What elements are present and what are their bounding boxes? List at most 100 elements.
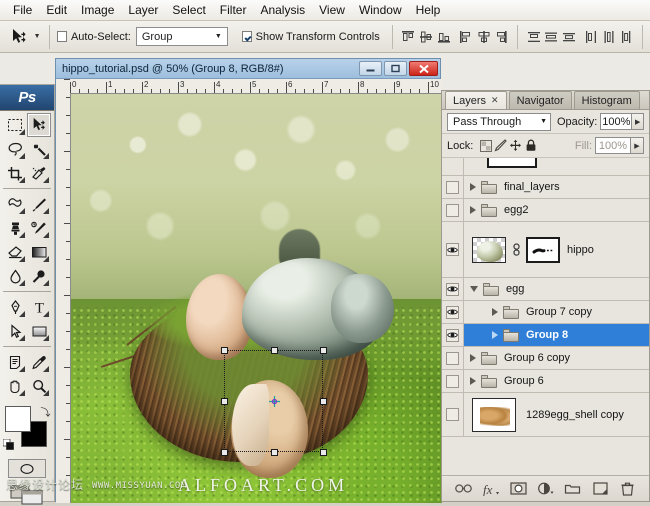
tab-navigator[interactable]: Navigator — [509, 91, 572, 109]
eye-icon[interactable] — [446, 283, 459, 296]
menu-item-analysis[interactable]: Analysis — [253, 1, 312, 19]
history-brush-tool[interactable] — [27, 216, 51, 240]
document-canvas[interactable] — [71, 94, 442, 503]
list-item[interactable]: Group 6 copy — [442, 347, 649, 370]
show-transform-controls-checkbox[interactable] — [242, 31, 252, 42]
new-group-icon[interactable] — [563, 479, 582, 498]
chevron-right-icon[interactable] — [470, 206, 476, 214]
hand-tool[interactable] — [3, 374, 27, 398]
menu-item-filter[interactable]: Filter — [213, 1, 254, 19]
swap-colors-icon[interactable]: ⤵ — [41, 404, 51, 419]
lock-image-pixels-icon[interactable] — [493, 138, 508, 154]
layer-thumbnail[interactable] — [472, 237, 506, 263]
eye-icon[interactable] — [446, 306, 459, 319]
layer-visibility-cell[interactable] — [442, 301, 464, 323]
list-item[interactable]: final_layers — [442, 176, 649, 199]
menu-item-window[interactable]: Window — [352, 1, 409, 19]
gradient-tool[interactable] — [27, 240, 51, 264]
minimize-button[interactable] — [359, 61, 382, 76]
notes-tool[interactable] — [3, 350, 27, 374]
layer-mask-thumbnail[interactable] — [526, 237, 560, 263]
menu-item-image[interactable]: Image — [74, 1, 121, 19]
move-tool[interactable] — [27, 113, 51, 137]
list-item[interactable]: Group 7 copy — [442, 301, 649, 324]
distribute-horizontal-centers-button[interactable] — [601, 27, 617, 47]
lock-all-icon[interactable] — [523, 138, 538, 154]
tool-preset-chevron-icon[interactable]: ▼ — [32, 23, 42, 51]
chevron-right-icon[interactable] — [470, 183, 476, 191]
delete-layer-icon[interactable] — [618, 479, 637, 498]
layer-visibility-cell[interactable] — [442, 158, 464, 175]
eraser-tool[interactable] — [3, 240, 27, 264]
layer-visibility-cell[interactable] — [442, 278, 464, 300]
eye-icon[interactable] — [446, 408, 459, 421]
zoom-tool[interactable] — [27, 374, 51, 398]
fill-input[interactable]: 100% — [595, 137, 631, 154]
lock-position-icon[interactable] — [508, 138, 523, 154]
marquee-tool[interactable] — [3, 113, 27, 137]
clone-stamp-tool[interactable] — [3, 216, 27, 240]
document-title-bar[interactable]: hippo_tutorial.psd @ 50% (Group 8, RGB/8… — [56, 59, 440, 79]
distribute-top-edges-button[interactable] — [526, 27, 542, 47]
align-top-edges-button[interactable] — [401, 27, 417, 47]
opacity-input[interactable]: 100% — [600, 113, 632, 130]
align-bottom-edges-button[interactable] — [436, 27, 452, 47]
chevron-right-icon[interactable] — [492, 331, 498, 339]
quick-mask-mode-button[interactable] — [8, 459, 46, 478]
distribute-left-edges-button[interactable] — [584, 27, 600, 47]
magic-wand-tool[interactable] — [27, 137, 51, 161]
eye-icon[interactable] — [446, 243, 459, 256]
tab-histogram[interactable]: Histogram — [574, 91, 640, 109]
opacity-slider-arrow[interactable]: ▶ — [632, 113, 644, 130]
layer-visibility-cell[interactable] — [442, 324, 464, 346]
menu-item-layer[interactable]: Layer — [121, 1, 165, 19]
eye-icon[interactable] — [446, 329, 459, 342]
list-item[interactable]: 1289egg_shell copy — [442, 393, 649, 437]
chevron-right-icon[interactable] — [470, 377, 476, 385]
default-colors-icon[interactable] — [3, 439, 14, 450]
lock-transparent-pixels-icon[interactable] — [478, 138, 493, 154]
maximize-button[interactable] — [384, 61, 407, 76]
distribute-vertical-centers-button[interactable] — [543, 27, 559, 47]
menu-item-file[interactable]: File — [6, 1, 39, 19]
eye-icon[interactable] — [446, 204, 459, 217]
chevron-right-icon[interactable] — [492, 308, 498, 316]
link-mask-icon[interactable] — [511, 242, 522, 258]
list-item[interactable]: Group 8 — [442, 324, 649, 347]
dodge-tool[interactable] — [27, 264, 51, 288]
eyedropper-tool[interactable] — [27, 350, 51, 374]
type-tool[interactable]: T — [27, 295, 51, 319]
path-selection-tool[interactable] — [3, 319, 27, 343]
auto-select-target-dropdown[interactable]: Group ▼ — [136, 27, 228, 46]
list-item[interactable]: hippo — [442, 222, 649, 278]
distribute-right-edges-button[interactable] — [619, 27, 635, 47]
layer-visibility-cell[interactable] — [442, 199, 464, 221]
rectangle-shape-tool[interactable] — [27, 319, 51, 343]
layer-list[interactable]: final_layers egg2 — [442, 158, 649, 475]
layer-visibility-cell[interactable] — [442, 347, 464, 369]
align-horizontal-centers-button[interactable] — [476, 27, 492, 47]
fill-slider-arrow[interactable]: ▶ — [631, 137, 644, 154]
slice-tool[interactable] — [27, 161, 51, 185]
list-item[interactable]: Group 6 — [442, 370, 649, 393]
list-item[interactable]: egg2 — [442, 199, 649, 222]
layer-visibility-cell[interactable] — [442, 176, 464, 198]
tab-layers[interactable]: Layers ✕ — [445, 91, 507, 109]
eye-icon[interactable] — [446, 352, 459, 365]
layer-thumbnail[interactable] — [487, 158, 537, 168]
close-icon[interactable]: ✕ — [491, 95, 499, 106]
layer-visibility-cell[interactable] — [442, 393, 464, 436]
layer-style-fx-icon[interactable]: fx — [481, 479, 500, 498]
move-tool-icon[interactable] — [6, 23, 32, 51]
menu-item-edit[interactable]: Edit — [39, 1, 74, 19]
lasso-tool[interactable] — [3, 137, 27, 161]
new-adjustment-layer-icon[interactable] — [536, 479, 555, 498]
eye-icon[interactable] — [446, 181, 459, 194]
chevron-down-icon[interactable] — [470, 286, 478, 292]
new-layer-icon[interactable] — [591, 479, 610, 498]
align-vertical-centers-button[interactable] — [418, 27, 434, 47]
auto-select-checkbox[interactable] — [57, 31, 67, 42]
list-item[interactable] — [442, 158, 649, 176]
foreground-color-swatch[interactable] — [5, 406, 31, 432]
screen-mode-button[interactable] — [10, 484, 44, 506]
